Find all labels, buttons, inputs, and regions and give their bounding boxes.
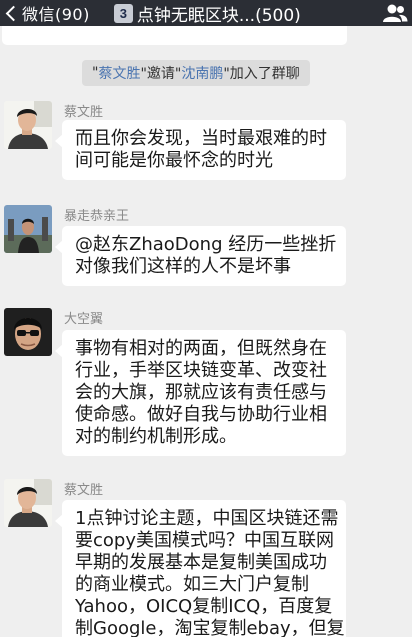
notice-inviter-link[interactable]: 蔡文胜	[98, 63, 140, 83]
message-text-line: 使命感。做好自我与协助行业相	[75, 404, 327, 425]
message-text-line: 制Google，淘宝复制ebay，但复	[75, 618, 345, 637]
avatar-image	[4, 205, 52, 253]
chevron-left-icon	[5, 5, 22, 21]
group-join-notice: " 蔡文胜 "邀请" 沈南鹏 "加入了群聊	[82, 60, 310, 86]
sender-name: 蔡文胜	[64, 105, 104, 120]
avatar-image	[4, 308, 52, 356]
chat-title-area: 3 点钟无眠区块...(500)	[113, 1, 301, 26]
chat-title: 点钟无眠区块...(500)	[136, 5, 301, 26]
message-text-line: Yahoo，OICQ复制ICQ，百度复	[75, 596, 333, 617]
avatar[interactable]	[4, 479, 52, 527]
message-text-line: 间可能是你最怀念的时光	[75, 150, 273, 171]
message-text-line: @赵东ZhaoDong 经历一些挫折	[75, 234, 337, 255]
previous-message-bubble	[2, 26, 347, 45]
sender-name: 蔡文胜	[64, 483, 104, 498]
message-bubble[interactable]: 而且你会发现，当时最艰难的时 间可能是你最怀念的时光	[55, 120, 346, 180]
notice-invitee-link[interactable]: 沈南鹏	[181, 63, 223, 83]
notice-invite-text: "邀请"	[140, 66, 182, 82]
message-text-line: 对像我们这样的人不是坏事	[75, 256, 291, 277]
avatar[interactable]	[4, 205, 52, 253]
avatar-image	[4, 101, 52, 149]
avatar-image	[4, 479, 52, 527]
people-icon	[383, 4, 408, 22]
sender-name: 暴走恭亲王	[64, 209, 130, 224]
message-text-line: 早期的发展基本是复制美国成功	[75, 552, 327, 573]
message-text-line: 而且你会发现，当时最艰难的时	[75, 128, 327, 149]
sender-name: 大空翼	[64, 312, 104, 327]
message-bubble[interactable]: @赵东ZhaoDong 经历一些挫折 对像我们这样的人不是坏事	[55, 226, 346, 286]
group-members-button[interactable]	[382, 3, 408, 23]
notice-suffix: "加入了群聊	[223, 66, 300, 82]
message-text-line: 事物有相对的两面，但既然身在	[75, 338, 327, 359]
title-number-badge: 3	[113, 3, 133, 23]
avatar[interactable]	[4, 101, 52, 149]
message-text-line: 对的制约机制形成。	[75, 426, 237, 447]
avatar[interactable]	[4, 308, 52, 356]
message-bubble[interactable]: 事物有相对的两面，但既然身在 行业，手举区块链变革、改变社 会的大旗，那就应该有…	[55, 330, 346, 456]
message-bubble[interactable]: 1点钟讨论主题，中国区块链还需 要copy美国模式吗？中国互联网 早期的发展基本…	[55, 500, 346, 637]
message-text-line: 要copy美国模式吗？中国互联网	[75, 530, 334, 551]
message-text-line: 的商业模式。如三大门户复制	[75, 574, 309, 595]
chat-header: 微信(90) 3 点钟无眠区块...(500)	[0, 0, 412, 26]
back-button[interactable]: 微信(90)	[0, 0, 90, 26]
back-label: 微信(90)	[22, 5, 90, 24]
message-text-line: 行业，手举区块链变革、改变社	[75, 360, 327, 381]
message-text-line: 会的大旗，那就应该有责任感与	[75, 382, 327, 403]
message-text-line: 1点钟讨论主题，中国区块链还需	[75, 508, 339, 529]
